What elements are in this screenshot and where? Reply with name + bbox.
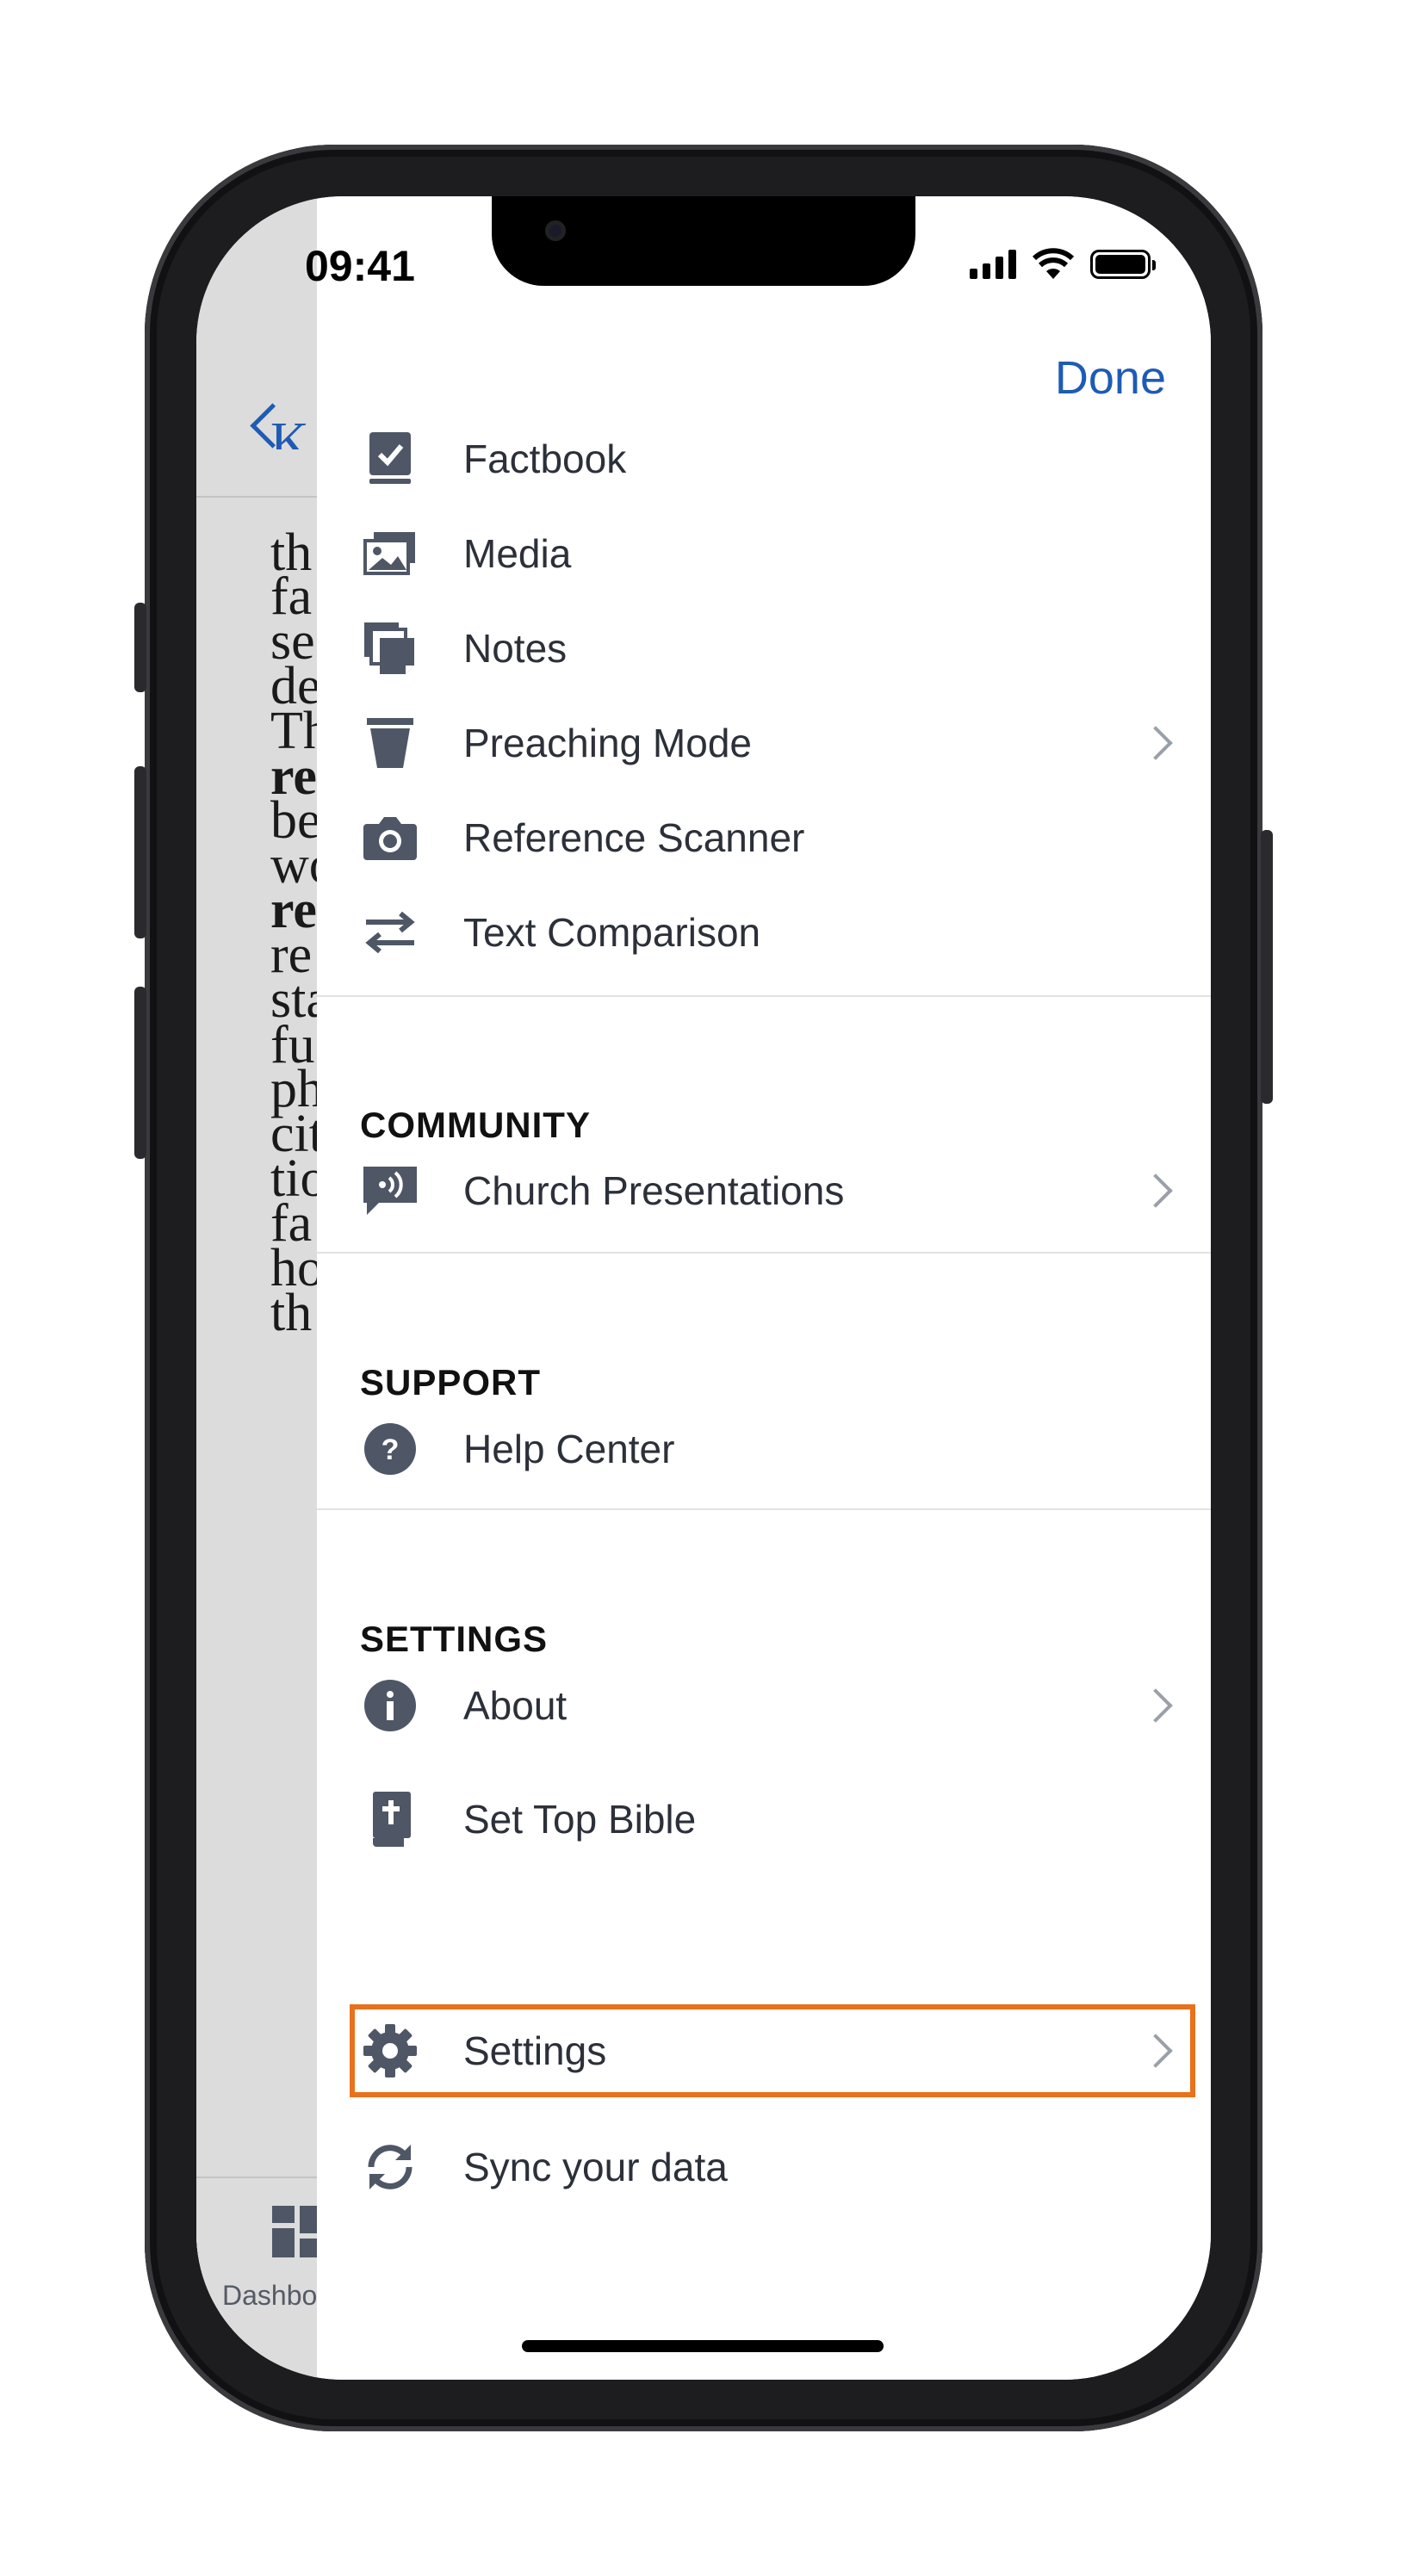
- media-icon: [360, 523, 420, 584]
- chevron-right-icon: [1138, 1173, 1173, 1208]
- menu-item-set-top-bible[interactable]: Set Top Bible: [317, 1772, 1211, 1867]
- menu-item-factbook[interactable]: Factbook: [317, 412, 1211, 506]
- menu-item-label: Factbook: [463, 437, 627, 481]
- section-divider: [317, 995, 1211, 997]
- dashboard-icon[interactable]: [272, 2206, 324, 2257]
- preaching-mode-icon: [360, 713, 420, 773]
- menu-item-about[interactable]: About: [317, 1658, 1211, 1753]
- menu-item-media[interactable]: Media: [317, 506, 1211, 601]
- svg-text:?: ?: [382, 1434, 400, 1466]
- tab-dashboard-label[interactable]: Dashbo: [222, 2280, 317, 2312]
- tab-bar: Dashbo: [196, 2177, 324, 2380]
- reader-text-fragment: K: [270, 415, 309, 449]
- compare-arrows-icon: [360, 902, 420, 963]
- section-header-support: SUPPORT: [360, 1362, 542, 1403]
- menu-item-label: Set Top Bible: [463, 1797, 697, 1842]
- chevron-right-icon: [1138, 1688, 1173, 1723]
- menu-item-label: Media: [463, 531, 572, 576]
- sync-icon: [360, 2137, 420, 2197]
- gear-icon: [360, 2021, 420, 2081]
- bible-icon: [360, 1789, 420, 1849]
- info-icon: [360, 1675, 420, 1736]
- menu-item-text-comparison[interactable]: Text Comparison: [317, 885, 1211, 980]
- menu-item-sync-data[interactable]: Sync your data: [317, 2120, 1211, 2214]
- menu-item-help-center[interactable]: ? Help Center: [317, 1402, 1211, 1496]
- menu-item-label: Text Comparison: [463, 910, 761, 955]
- menu-item-preaching-mode[interactable]: Preaching Mode: [317, 696, 1211, 790]
- menu-item-label: About: [463, 1683, 568, 1728]
- menu-item-church-presentations[interactable]: Church Presentations: [317, 1143, 1211, 1238]
- camera-lens: [545, 220, 566, 241]
- notes-icon: [360, 618, 420, 678]
- section-header-settings: SETTINGS: [360, 1619, 549, 1659]
- menu-item-label: Help Center: [463, 1427, 675, 1471]
- volume-up-button: [134, 766, 146, 938]
- notch: [492, 196, 915, 286]
- section-divider: [317, 1508, 1211, 1510]
- cellular-signal-icon: [970, 248, 1016, 279]
- chevron-right-icon: [1138, 2034, 1173, 2068]
- done-button[interactable]: Done: [1055, 351, 1166, 405]
- menu-item-label: Notes: [463, 626, 568, 671]
- more-menu-sheet: Done Factbook Media Notes Preaching Mode: [317, 196, 1211, 2380]
- factbook-icon: [360, 429, 420, 489]
- menu-item-label: Settings: [463, 2028, 607, 2073]
- menu-item-label: Preaching Mode: [463, 721, 752, 765]
- camera-icon: [360, 808, 420, 868]
- home-indicator[interactable]: [522, 2340, 884, 2352]
- status-time: 09:41: [305, 242, 415, 290]
- menu-item-settings[interactable]: Settings: [317, 2003, 1211, 2098]
- screen: Kth fa se de Th re be wo re re sta fu ph cit tio fa ho th…: [196, 196, 1211, 2380]
- battery-icon: [1090, 250, 1156, 279]
- chevron-right-icon: [1138, 726, 1173, 760]
- menu-item-label: Reference Scanner: [463, 815, 805, 860]
- section-header-community: COMMUNITY: [360, 1105, 591, 1145]
- menu-item-label: Church Presentations: [463, 1168, 845, 1213]
- section-divider: [317, 1252, 1211, 1254]
- reader-text-fragment: th: [270, 1284, 313, 1342]
- reader-pane: Kth fa se de Th re be wo re re sta fu ph cit tio fa ho th…: [196, 196, 336, 2380]
- power-button: [1261, 830, 1273, 1104]
- menu-item-label: Sync your data: [463, 2145, 728, 2189]
- volume-down-button: [134, 987, 146, 1159]
- help-icon: ?: [360, 1419, 420, 1479]
- status-icons: [970, 248, 1156, 279]
- reader-header-divider: [196, 496, 317, 498]
- wifi-icon: [1032, 248, 1075, 279]
- presentation-icon: [360, 1161, 420, 1221]
- silent-switch: [134, 603, 146, 692]
- menu-item-notes[interactable]: Notes: [317, 601, 1211, 696]
- menu-item-reference-scanner[interactable]: Reference Scanner: [317, 790, 1211, 885]
